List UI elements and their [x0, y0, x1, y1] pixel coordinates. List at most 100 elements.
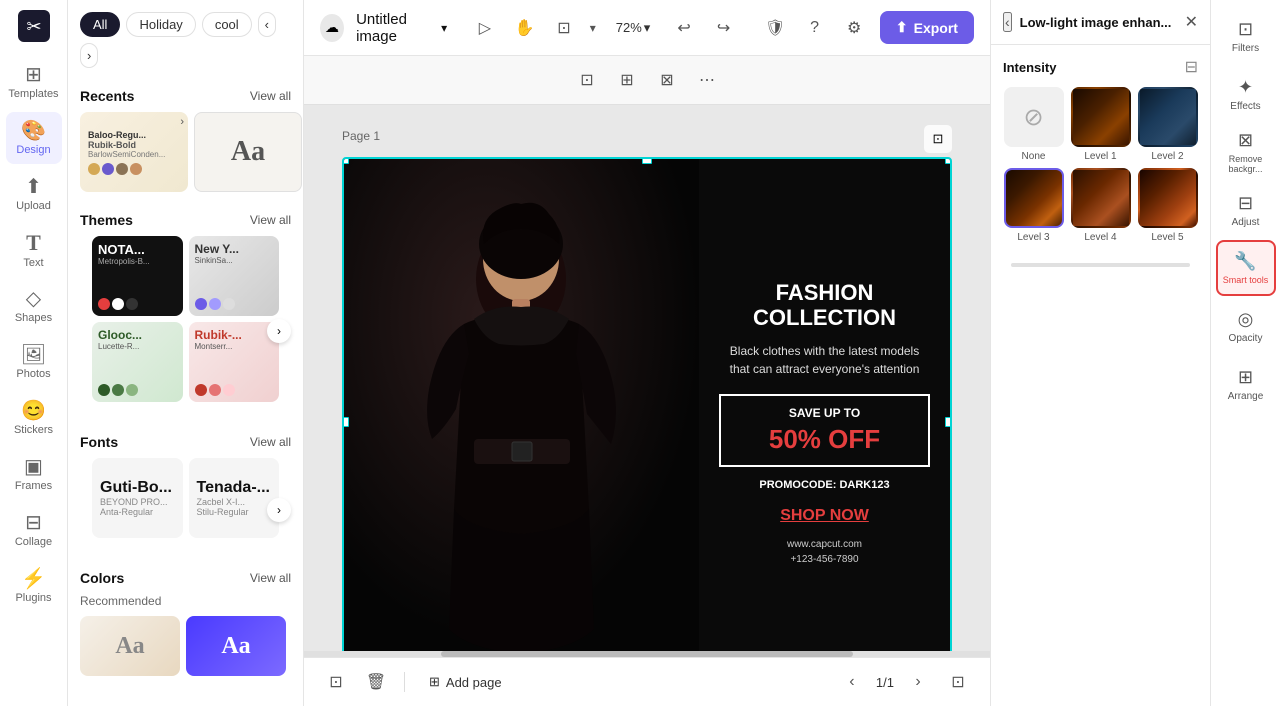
sidebar-item-stickers[interactable]: 😊 Stickers — [6, 392, 62, 444]
intensity-level3[interactable]: Level 3 — [1003, 168, 1064, 243]
intensity-none[interactable]: ⊘ None — [1003, 87, 1064, 162]
themes-header: Themes View all — [68, 204, 303, 236]
theme-gloo[interactable]: Glooc... Lucette-R... — [92, 322, 183, 402]
effects-icon: ✦ — [1238, 77, 1253, 98]
expand-icon[interactable]: ⊡ — [924, 125, 952, 153]
panel-scrollbar[interactable] — [1011, 263, 1190, 267]
add-page-button[interactable]: ⊞ Add page — [417, 670, 514, 694]
sidebar-item-text[interactable]: T Text — [6, 224, 62, 276]
copy-page-button[interactable]: ⊡ — [320, 666, 352, 698]
help-button[interactable]: ? — [801, 12, 829, 44]
recent-colors — [88, 163, 142, 175]
website-text: www.capcut.com +123-456-7890 — [719, 537, 930, 567]
layout-button[interactable]: ⊡ — [550, 12, 578, 44]
hand-tool-button[interactable]: ✋ — [511, 12, 539, 44]
sidebar-item-collage[interactable]: ⊟ Collage — [6, 504, 62, 556]
font-card-0[interactable]: Guti-Bo... BEYOND PRO... Anta-Regular — [92, 458, 183, 538]
right-tool-effects[interactable]: ✦ Effects — [1216, 66, 1276, 122]
canvas[interactable]: FASHION COLLECTION Black clothes with th… — [342, 157, 952, 651]
right-tool-smart[interactable]: 🔧 Smart tools — [1216, 240, 1276, 296]
settings-button[interactable]: ⚙ — [840, 12, 868, 44]
right-tool-adjust[interactable]: ⊟ Adjust — [1216, 182, 1276, 238]
handle-ml[interactable] — [342, 417, 349, 427]
delete-page-button[interactable]: 🗑 — [360, 666, 392, 698]
zoom-chevron: ▾ — [644, 20, 651, 36]
page-header: Page 1 ⊡ — [342, 125, 952, 153]
enhance-close-button[interactable]: ✕ — [1185, 12, 1198, 32]
theme-newy[interactable]: New Y... SinkinSa... — [189, 236, 280, 316]
export-button[interactable]: ⬆ Export — [880, 11, 974, 44]
sidebar-item-templates[interactable]: ⊞ Templates — [6, 56, 62, 108]
tag-cool[interactable]: cool — [202, 12, 252, 37]
fonts-view-all[interactable]: View all — [250, 435, 291, 449]
model-image — [344, 159, 699, 651]
right-tool-opacity[interactable]: ◎ Opacity — [1216, 298, 1276, 354]
recent-card-0[interactable]: Baloo-Regu... Rubik-Bold BarlowSemiConde… — [80, 112, 188, 192]
undo-button[interactable]: ↩ — [670, 12, 698, 44]
themes-view-all[interactable]: View all — [250, 213, 291, 227]
theme-rubik[interactable]: Rubik-... Montserr... — [189, 322, 280, 402]
theme-newy-name: New Y... — [195, 242, 274, 256]
intensity-level2[interactable]: Level 2 — [1137, 87, 1198, 162]
handle-tr[interactable] — [945, 157, 952, 164]
color-card-1[interactable]: Aa — [186, 616, 286, 676]
page-label: Page 1 — [342, 129, 380, 143]
photos-icon: 🖼 — [21, 345, 46, 365]
tag-all[interactable]: All — [80, 12, 120, 37]
sidebar-item-upload[interactable]: ⬆ Upload — [6, 168, 62, 220]
sidebar-item-frames[interactable]: ▣ Frames — [6, 448, 62, 500]
fonts-grid: Guti-Bo... BEYOND PRO... Anta-Regular Te… — [80, 458, 291, 550]
canvas-page-container: Page 1 ⊡ — [342, 125, 952, 651]
doc-title[interactable]: Untitled image ▾ — [356, 11, 447, 45]
intensity-level1[interactable]: Level 1 — [1070, 87, 1131, 162]
font-card-1[interactable]: Tenada-... Zacbel X-I... Stilu-Regular — [189, 458, 280, 538]
play-button[interactable]: ▷ — [471, 12, 499, 44]
intensity-level5[interactable]: Level 5 — [1137, 168, 1198, 243]
zoom-control[interactable]: 72% ▾ — [608, 12, 659, 44]
tag-prev[interactable]: ‹ — [258, 12, 276, 37]
font-guti-sub2: Anta-Regular — [100, 507, 175, 517]
themes-nav-btn[interactable]: › — [267, 319, 291, 343]
handle-mr[interactable] — [945, 417, 952, 427]
sidebar-item-plugins[interactable]: ⚡ Plugins — [6, 560, 62, 612]
intensity-grid: ⊘ None Level 1 Level 2 Level 3 — [1003, 87, 1198, 243]
recent-font-sub1: Rubik-Bold — [88, 140, 136, 150]
intensity-section: Intensity ⊟ ⊘ None Level 1 Level 2 — [991, 45, 1210, 255]
chevron-down-icon: ▾ — [441, 21, 447, 35]
handle-tc[interactable] — [642, 157, 652, 164]
sidebar-item-shapes[interactable]: ◇ Shapes — [6, 280, 62, 332]
redo-button[interactable]: ↪ — [710, 12, 738, 44]
thumb-level1 — [1071, 87, 1131, 147]
handle-tl[interactable] — [342, 157, 349, 164]
intensity-level4[interactable]: Level 4 — [1070, 168, 1131, 243]
grid-tool[interactable]: ⊞ — [609, 62, 645, 98]
recent-aa: Aa — [231, 136, 265, 168]
shield-icon: 🛡 — [761, 12, 789, 44]
tag-next[interactable]: › — [80, 43, 98, 68]
sidebar-item-design[interactable]: 🎨 Design — [6, 112, 62, 164]
theme-nota[interactable]: NOTA... Metropolis-B... — [92, 236, 183, 316]
page-next-button[interactable]: › — [902, 666, 934, 698]
colors-view-all[interactable]: View all — [250, 571, 291, 585]
tag-holiday[interactable]: Holiday — [126, 12, 195, 37]
right-tool-filters[interactable]: ⊡ Filters — [1216, 8, 1276, 64]
canvas-toolbar: ⊡ ⊞ ⊠ ⋯ — [304, 56, 990, 105]
color-card-0[interactable]: Aa — [80, 616, 180, 676]
sidebar-item-photos[interactable]: 🖼 Photos — [6, 336, 62, 388]
recents-view-all[interactable]: View all — [250, 89, 291, 103]
fullscreen-button[interactable]: ⊡ — [942, 666, 974, 698]
more-tool[interactable]: ⋯ — [689, 62, 725, 98]
fonts-nav-btn[interactable]: › — [267, 498, 291, 522]
intensity-label: Intensity — [1003, 60, 1056, 75]
recent-card-1[interactable]: Aa — [194, 112, 302, 192]
app-logo[interactable]: ✂ — [16, 8, 52, 44]
select-tool[interactable]: ⊡ — [569, 62, 605, 98]
right-tool-arrange[interactable]: ⊞ Arrange — [1216, 356, 1276, 412]
copy-tool[interactable]: ⊠ — [649, 62, 685, 98]
page-prev-button[interactable]: ‹ — [836, 666, 868, 698]
collage-icon: ⊟ — [25, 513, 42, 533]
scroll-bar[interactable] — [304, 651, 990, 657]
plugins-icon: ⚡ — [21, 569, 46, 589]
right-tool-remove-bg[interactable]: ⊠ Remove backgr... — [1216, 124, 1276, 180]
enhance-back-button[interactable]: ‹ — [1003, 12, 1012, 32]
